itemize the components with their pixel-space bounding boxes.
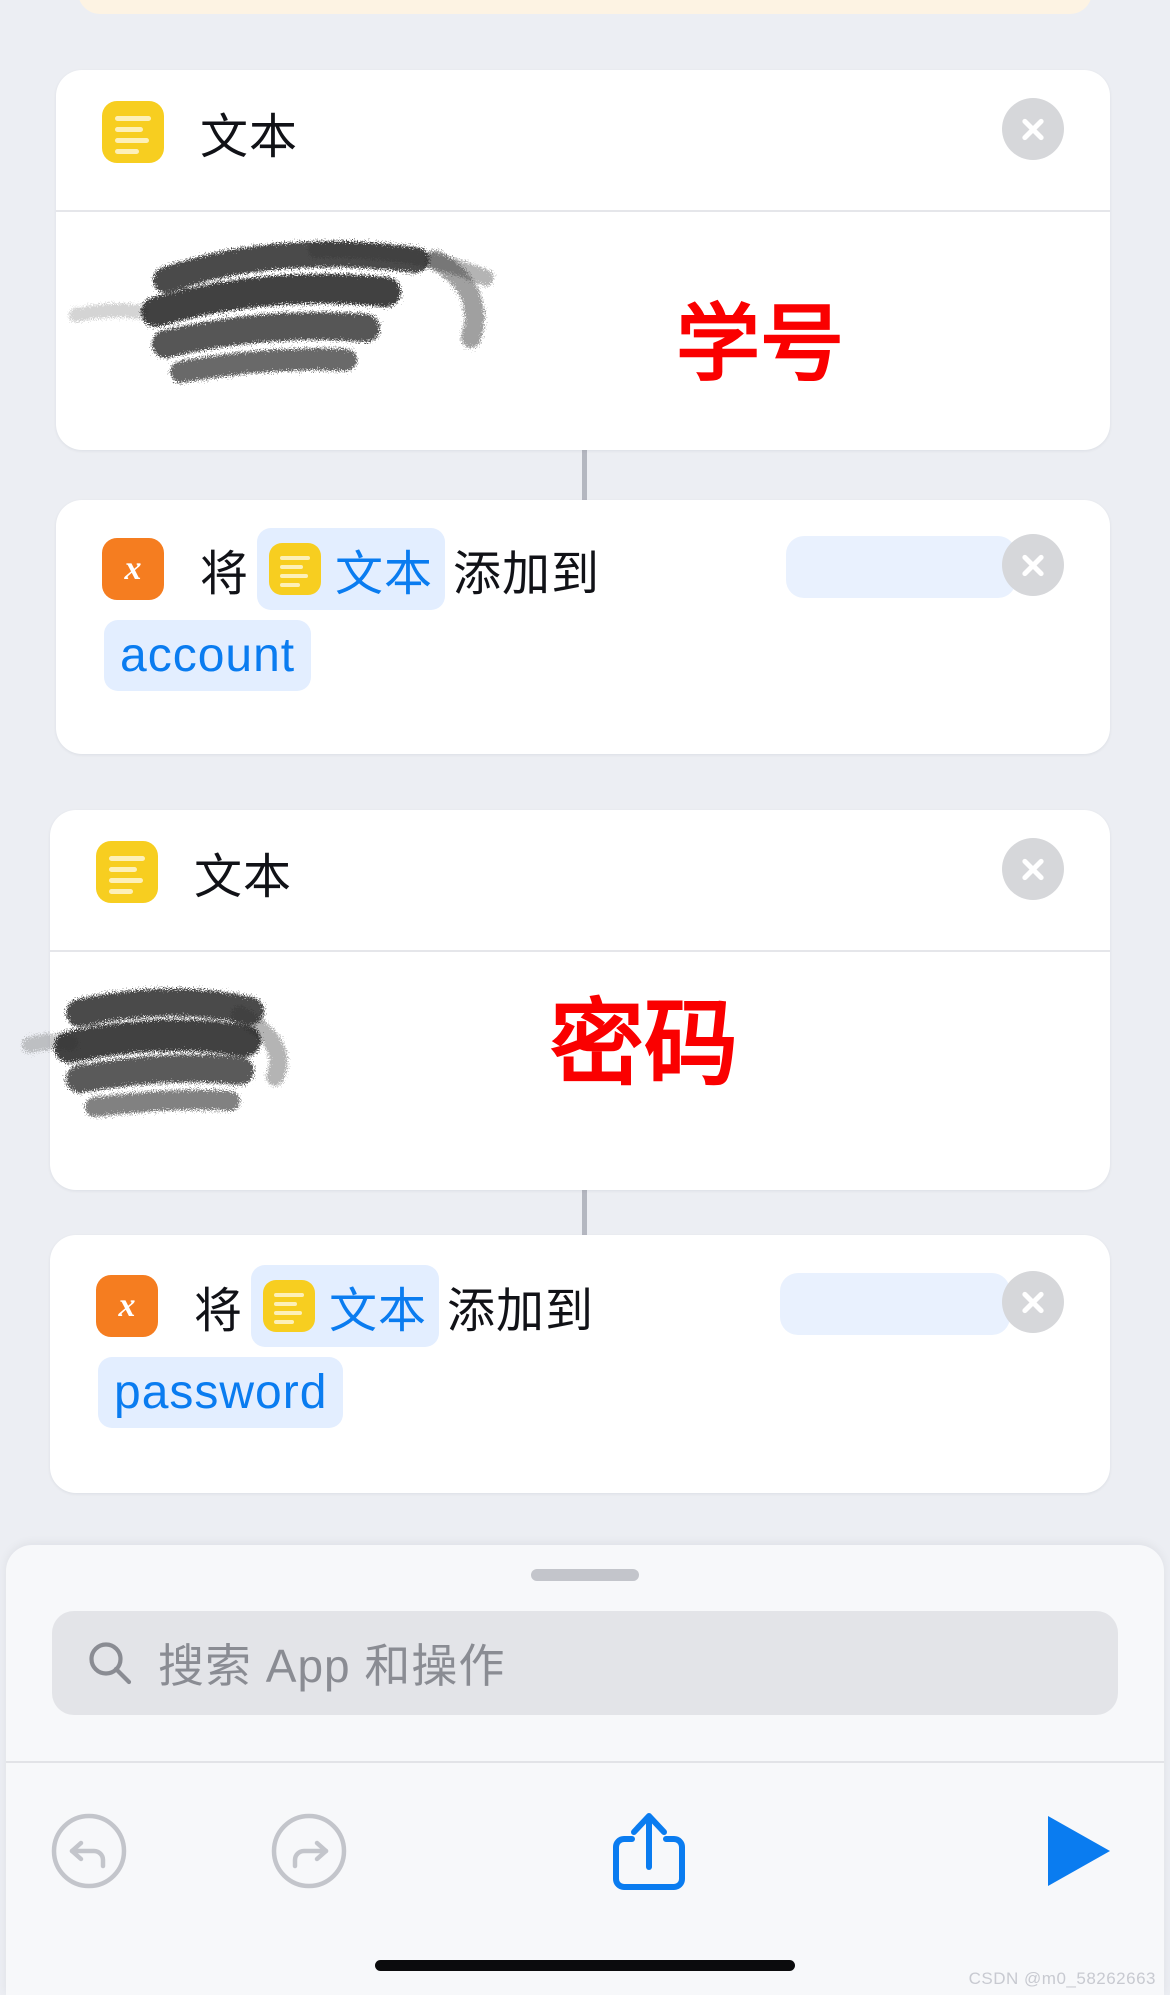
variable-name-input-1[interactable] <box>786 536 1016 598</box>
action-list-canvas: 文本 学号 x 将 文本 添加到 account 文本 密码 x 将 文本 添加… <box>0 0 1170 1545</box>
redaction-scribble <box>22 988 288 1117</box>
action-title: 文本 <box>194 851 293 904</box>
share-icon <box>613 1813 685 1890</box>
close-icon[interactable] <box>1002 534 1064 596</box>
search-icon <box>89 1642 132 1685</box>
text-icon <box>96 841 158 903</box>
text-icon-small <box>269 543 322 595</box>
variable-icon-glyph: x <box>118 1287 136 1324</box>
share-button[interactable] <box>606 1805 692 1897</box>
variable-icon: x <box>102 538 164 600</box>
variable-token-password[interactable]: password <box>98 1357 344 1428</box>
undo-button[interactable] <box>48 1810 130 1892</box>
annotation-student-id: 学号 <box>676 295 845 393</box>
token-label: 文本 <box>335 548 434 601</box>
search-input[interactable]: 搜索 App 和操作 <box>52 1611 1118 1715</box>
sentence-word-1: 将 <box>194 1285 244 1338</box>
action-card-text-2[interactable]: 文本 密码 <box>22 810 1110 1190</box>
home-indicator <box>375 1960 795 1971</box>
annotation-password: 密码 <box>550 990 739 1099</box>
play-icon <box>1048 1816 1110 1886</box>
action-card-text-1[interactable]: 文本 学号 <box>56 70 1110 450</box>
text-icon <box>102 101 164 163</box>
search-placeholder: 搜索 App 和操作 <box>158 1640 506 1692</box>
undo-icon <box>51 1813 127 1889</box>
sentence-word-2: 添加到 <box>453 548 601 601</box>
action-card-add-to-variable-1[interactable]: x 将 文本 添加到 account <box>56 500 1110 754</box>
action-card-add-to-variable-2[interactable]: x 将 文本 添加到 password <box>50 1235 1110 1493</box>
text-variable-token[interactable]: 文本 <box>257 528 446 610</box>
sentence-word-2: 添加到 <box>447 1285 595 1338</box>
watermark: CSDN @m0_58262663 <box>968 1969 1156 1988</box>
variable-token-label: account <box>120 629 296 682</box>
close-icon[interactable] <box>1002 1271 1064 1333</box>
action-header: 文本 <box>102 98 1064 166</box>
editor-toolbar <box>6 1761 1164 1941</box>
text-variable-token[interactable]: 文本 <box>251 1265 440 1347</box>
redo-icon <box>271 1813 347 1889</box>
redaction-scribble <box>69 241 494 383</box>
text-icon-small <box>263 1280 316 1332</box>
card-divider <box>56 210 1110 212</box>
shortcuts-editor-screen: 文本 学号 x 将 文本 添加到 account 文本 密码 x 将 文本 添加… <box>0 0 1170 1995</box>
close-icon[interactable] <box>1002 838 1064 900</box>
run-button[interactable] <box>1036 1808 1116 1894</box>
redo-button[interactable] <box>268 1810 350 1892</box>
close-icon[interactable] <box>1002 98 1064 160</box>
token-label: 文本 <box>329 1285 428 1338</box>
variable-icon: x <box>96 1275 158 1337</box>
variable-name-input-2[interactable] <box>780 1273 1010 1335</box>
action-header: 文本 <box>96 838 1064 906</box>
search-sheet: 搜索 App 和操作 <box>6 1545 1164 1995</box>
sheet-drag-handle[interactable] <box>531 1569 639 1581</box>
variable-token-label: password <box>114 1366 328 1419</box>
sentence-word-1: 将 <box>200 548 250 601</box>
action-title: 文本 <box>200 111 299 164</box>
variable-token-account[interactable]: account <box>104 620 312 691</box>
variable-icon-glyph: x <box>124 550 142 587</box>
action-connector-1 <box>582 448 587 506</box>
card-divider <box>50 950 1110 952</box>
